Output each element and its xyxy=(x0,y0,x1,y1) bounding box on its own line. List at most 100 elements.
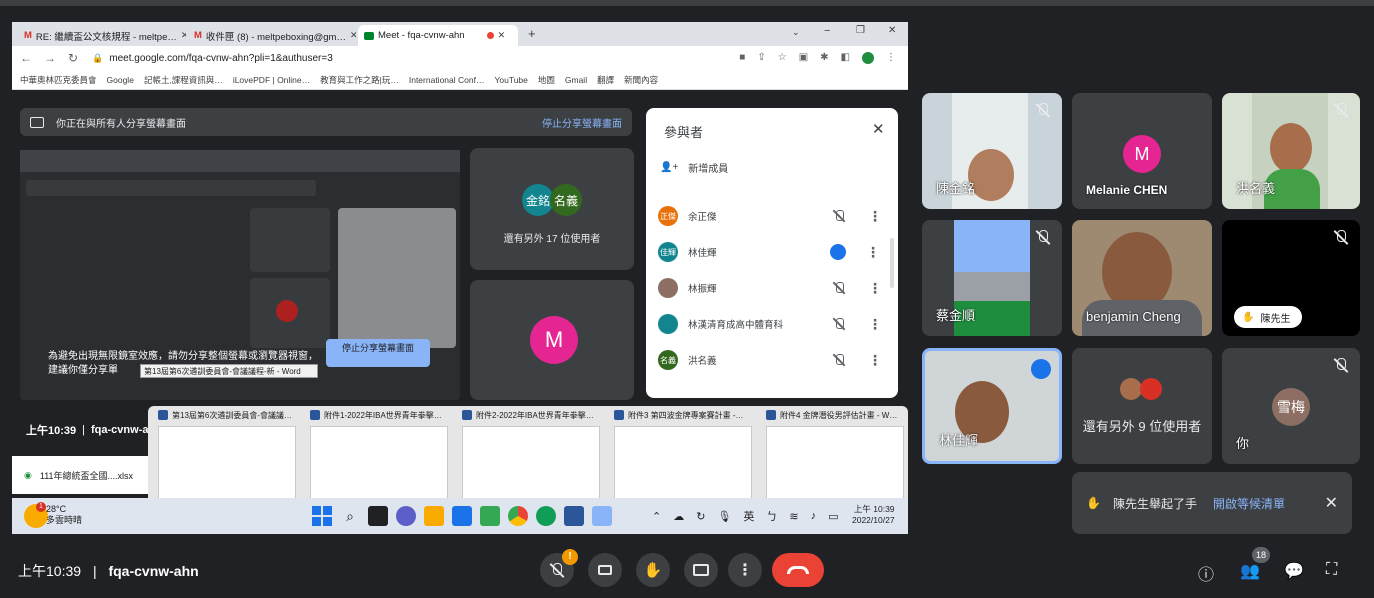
word-window-thumb[interactable]: 第13屆第6次遴訓委員會-會議議… xyxy=(152,406,302,510)
cloud-icon[interactable]: ☁ xyxy=(673,510,684,523)
close-icon[interactable]: ✕ xyxy=(872,120,885,138)
more-options-button[interactable]: ⋮ xyxy=(728,553,762,587)
participant-tile[interactable]: 洪名義 xyxy=(1222,93,1360,209)
participant-tile[interactable]: ✋ 陳先生 xyxy=(1222,220,1360,336)
share-notice-bar: 你正在與所有人分享螢幕畫面 停止分享螢幕畫面 xyxy=(20,108,632,136)
word-window-thumb[interactable]: 附件4 金牌潛役男評估計畫 - W… xyxy=(760,406,908,510)
self-tile[interactable]: 雪梅 你 xyxy=(1222,348,1360,464)
reload-icon[interactable]: ↻ xyxy=(68,51,78,65)
end-call-button[interactable] xyxy=(772,553,824,587)
restore-icon[interactable]: ❐ xyxy=(856,25,865,36)
raise-hand-button[interactable]: ✋ xyxy=(636,553,670,587)
browser-tab-active[interactable]: Meet - fqa-cvnw-ahn ✕ xyxy=(358,25,518,46)
close-window-icon[interactable]: ✕ xyxy=(888,25,896,36)
bookmark[interactable]: 教育與工作之路|玩… xyxy=(320,74,399,86)
puzzle-icon[interactable]: ✱ xyxy=(820,52,828,64)
stop-share-popup-button[interactable]: 停止分享螢幕畫面 xyxy=(326,339,430,367)
close-icon[interactable]: ✕ xyxy=(498,30,506,41)
sidepanel-icon[interactable]: ◧ xyxy=(841,52,850,64)
info-icon[interactable]: ⓘ xyxy=(1198,561,1214,585)
bookmark[interactable]: iLovePDF | Online… xyxy=(233,75,310,85)
browser-tab[interactable]: M RE: 繼續盃公文核規程 - meltpe… ✕ xyxy=(18,25,186,46)
close-icon[interactable]: ✕ xyxy=(350,30,356,41)
edge-icon[interactable] xyxy=(536,506,556,526)
participant-row[interactable]: 名義 洪名義 ⋮ xyxy=(646,342,898,378)
extension-icon[interactable]: ▣ xyxy=(799,52,808,64)
task-view-icon[interactable] xyxy=(368,506,388,526)
bookmark[interactable]: International Conf… xyxy=(409,75,485,85)
star-icon[interactable]: ☆ xyxy=(778,52,787,64)
share-icon[interactable]: ⇪ xyxy=(757,52,765,64)
bookmark[interactable]: YouTube xyxy=(494,75,527,85)
open-queue-link[interactable]: 開啟等候清單 xyxy=(1213,495,1285,512)
clock[interactable]: 上午 10:39 2022/10/27 xyxy=(852,504,895,526)
participant-row[interactable]: 正傑 余正傑 ⋮ xyxy=(646,198,898,234)
participant-row[interactable]: 林漢清育成高中體育科 ⋮ xyxy=(646,306,898,342)
scrollbar[interactable] xyxy=(890,238,894,288)
volume-icon[interactable]: ♪ xyxy=(811,510,817,522)
bookmark[interactable]: 中華奧林匹克委員會 xyxy=(20,74,97,86)
forward-icon[interactable]: → xyxy=(44,51,56,65)
participant-tile[interactable]: M Melanie CHEN xyxy=(1072,93,1212,209)
sync-icon[interactable]: ↻ xyxy=(696,510,705,523)
word-window-thumb[interactable]: 附件3 第四波金牌專案賽計畫 -… xyxy=(608,406,758,510)
close-icon[interactable]: ✕ xyxy=(1325,493,1338,513)
camera-toggle-button[interactable] xyxy=(588,553,622,587)
new-tab-icon[interactable]: + xyxy=(528,26,536,41)
ime-mode[interactable]: ㄅ xyxy=(766,508,777,524)
ime-indicator[interactable]: 英 xyxy=(743,508,754,524)
bookmark[interactable]: Gmail xyxy=(565,75,587,85)
bookmark[interactable]: 記帳土,課程資訊與… xyxy=(144,74,223,86)
download-item[interactable]: ◉ 111年總統盃全國....xlsx xyxy=(12,456,152,494)
chrome-icon[interactable] xyxy=(508,506,528,526)
others-tile[interactable]: 還有另外 9 位使用者 xyxy=(1072,348,1212,464)
more-options-icon[interactable]: ⋮ xyxy=(866,244,880,261)
more-options-icon[interactable]: ⋮ xyxy=(868,352,882,369)
bookmark[interactable]: 翻譯 xyxy=(597,74,614,86)
wifi-icon[interactable]: ≋ xyxy=(789,510,798,523)
file-explorer-icon[interactable] xyxy=(424,506,444,526)
participant-tile-m[interactable]: M xyxy=(470,280,634,400)
battery-icon[interactable]: ▭ xyxy=(828,510,838,523)
add-member-button[interactable]: 👤+ 新增成員 xyxy=(660,160,728,175)
word-icon[interactable] xyxy=(564,506,584,526)
stop-share-link[interactable]: 停止分享螢幕畫面 xyxy=(542,115,622,130)
bookmark[interactable]: Google xyxy=(107,75,134,85)
url-input[interactable]: meet.google.com/fqa-cvnw-ahn?pli=1&authu… xyxy=(109,53,332,64)
store-icon[interactable] xyxy=(452,506,472,526)
camera-icon[interactable]: ■ xyxy=(739,52,745,64)
present-button[interactable] xyxy=(684,553,718,587)
minimize-icon[interactable]: − xyxy=(824,25,830,37)
participant-tile-speaking[interactable]: 林佳輝 xyxy=(922,348,1062,464)
word-window-thumb[interactable]: 附件1-2022年IBA世界青年拳擊… xyxy=(304,406,454,510)
people-icon[interactable]: 👥 xyxy=(1240,561,1260,581)
participant-tile[interactable]: benjamin Cheng xyxy=(1072,220,1212,336)
back-icon[interactable]: ← xyxy=(20,51,32,65)
chat-icon[interactable] xyxy=(396,506,416,526)
calculator-icon[interactable] xyxy=(480,506,500,526)
more-options-icon[interactable]: ⋮ xyxy=(868,208,882,225)
app-icon[interactable] xyxy=(592,506,612,526)
participant-row[interactable]: 林振輝 ⋮ xyxy=(646,270,898,306)
chevron-down-icon[interactable]: ⌄ xyxy=(792,27,800,38)
bookmark[interactable]: 新聞內容 xyxy=(624,74,658,86)
search-icon[interactable]: ⌕ xyxy=(340,506,360,526)
more-options-icon[interactable]: ⋮ xyxy=(868,280,882,297)
participant-tile[interactable]: 蔡金順 xyxy=(922,220,1062,336)
chat-icon[interactable]: 💬 xyxy=(1284,561,1304,581)
mic-icon[interactable]: 🎙 xyxy=(717,510,731,523)
activities-icon[interactable]: ⛶ xyxy=(1326,561,1337,579)
bookmark[interactable]: 地圖 xyxy=(538,74,555,86)
menu-dots-icon[interactable]: ⋮ xyxy=(886,52,896,64)
close-icon[interactable]: ✕ xyxy=(181,30,186,41)
chevron-up-icon[interactable]: ⌃ xyxy=(652,510,661,523)
windows-start-icon[interactable] xyxy=(312,506,332,526)
more-options-icon[interactable]: ⋮ xyxy=(868,316,882,333)
participant-tile[interactable]: 陳金銘 xyxy=(922,93,1062,209)
weather-text[interactable]: 28°C 多雲時晴 xyxy=(46,504,82,526)
others-tile[interactable]: 金銘 名義 還有另外 17 位使用者 xyxy=(470,148,634,270)
profile-avatar[interactable] xyxy=(862,52,874,64)
word-window-thumb[interactable]: 附件2-2022年IBA世界青年拳擊… xyxy=(456,406,606,510)
browser-tab[interactable]: M 收件匣 (8) - meltpeboxing@gm… ✕ xyxy=(188,25,356,46)
participant-row[interactable]: 佳輝 林佳輝 ⋮ xyxy=(646,234,898,270)
